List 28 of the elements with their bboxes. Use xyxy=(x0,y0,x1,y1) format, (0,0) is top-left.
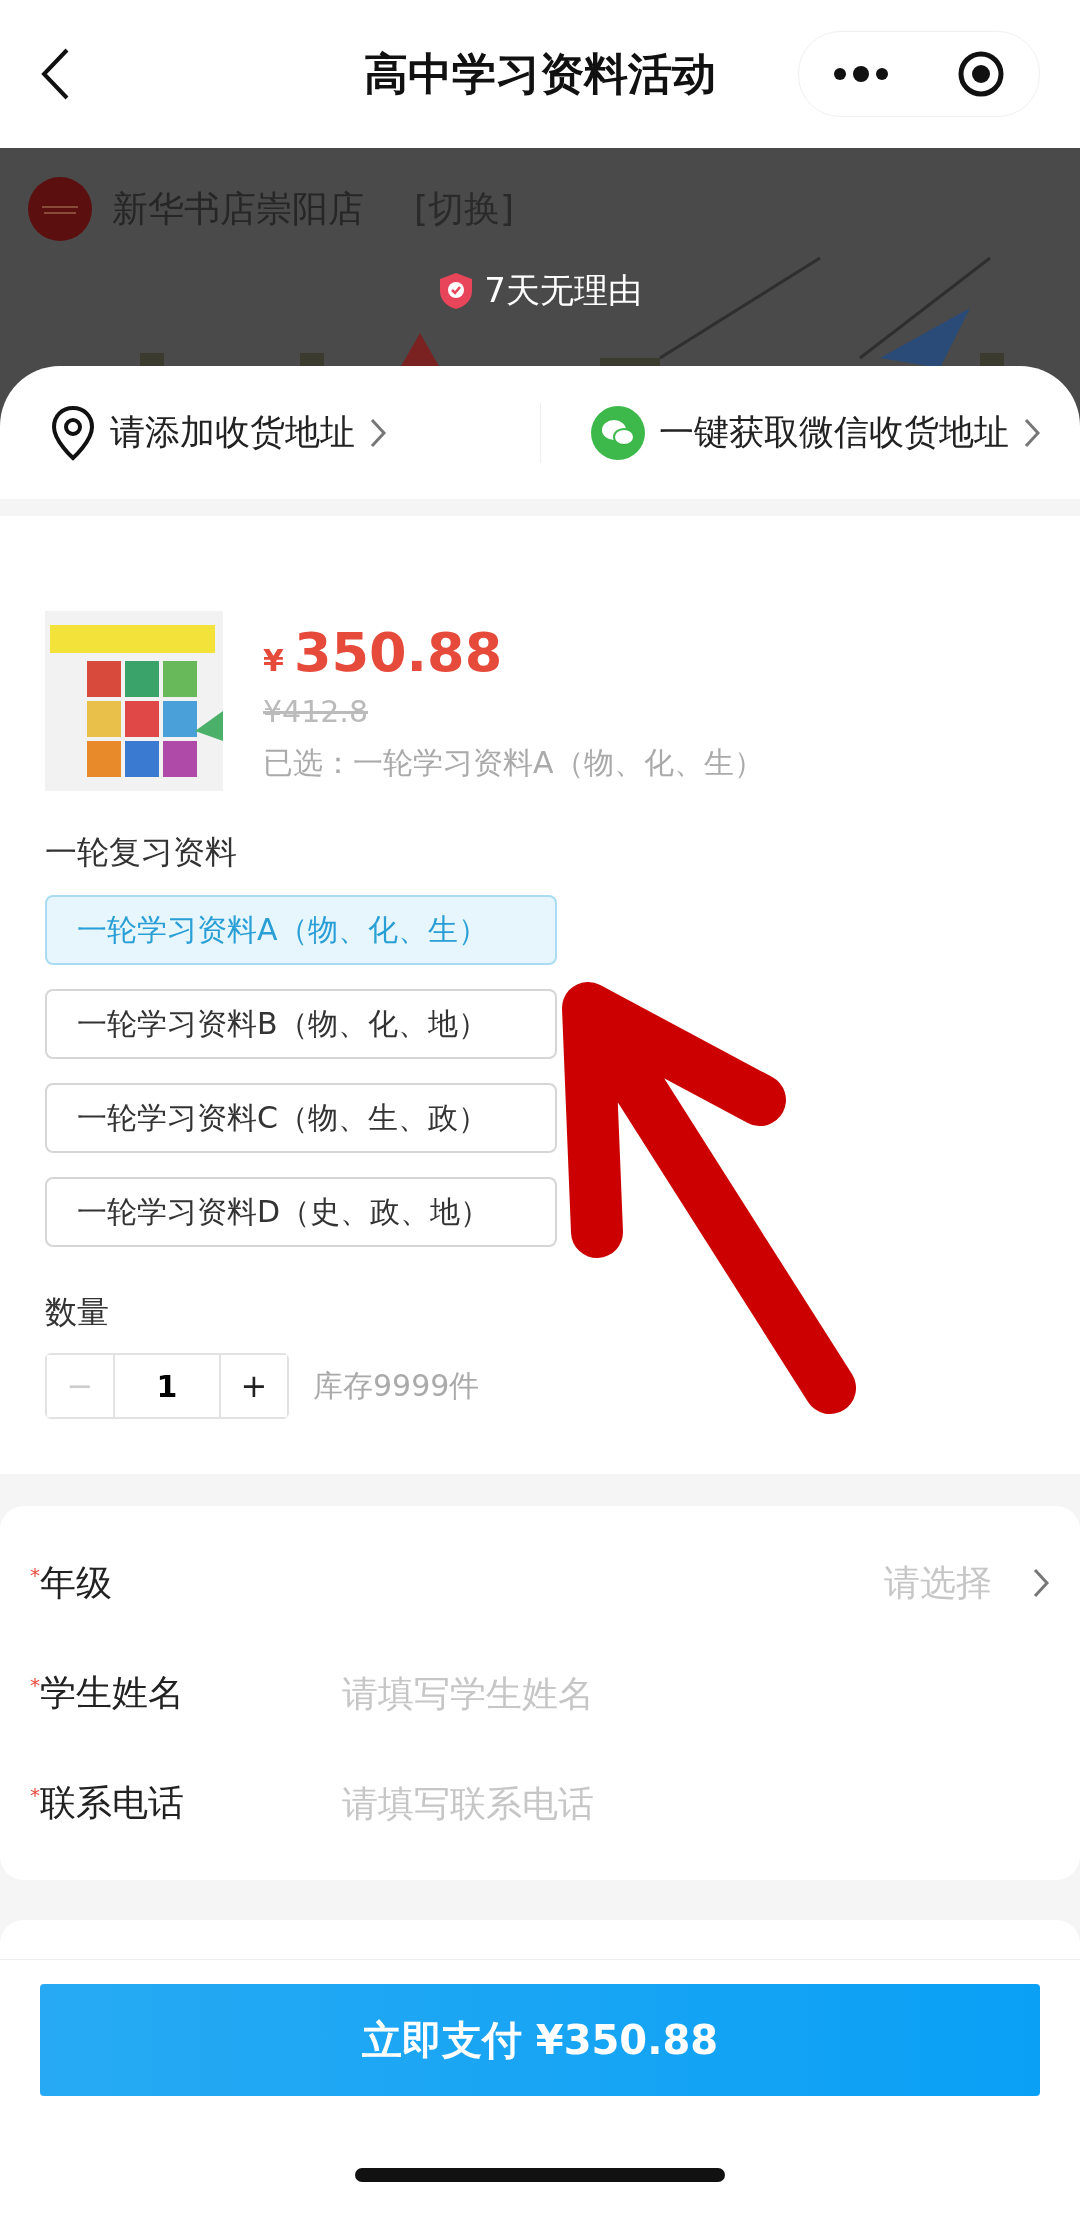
required-mark: * xyxy=(30,1563,40,1587)
spec-title: 一轮复习资料 xyxy=(45,832,238,873)
chevron-right-icon xyxy=(1032,1567,1050,1599)
price: ¥ 350.88 xyxy=(263,621,504,684)
chat-bubbles-icon xyxy=(590,405,645,460)
field-label: 年级 xyxy=(40,1560,113,1605)
option-chip[interactable]: 一轮学习资料D（史、政、地） xyxy=(45,1177,557,1247)
option-chip[interactable]: 一轮学习资料C（物、生、政） xyxy=(45,1083,557,1153)
location-pin-icon xyxy=(50,404,96,461)
required-mark: * xyxy=(30,1783,40,1807)
original-price: ¥412.8 xyxy=(263,694,369,729)
add-address-link[interactable]: 请添加收货地址 xyxy=(110,409,355,456)
selected-variant-text: 已选：一轮学习资料A（物、化、生） xyxy=(263,744,764,782)
back-icon[interactable] xyxy=(40,47,70,101)
chevron-right-icon xyxy=(1022,416,1041,449)
guarantee-text: 7天无理由 xyxy=(484,269,642,312)
store-logo-icon xyxy=(28,177,92,241)
shield-check-icon xyxy=(438,271,475,311)
page-title: 高中学习资料活动 xyxy=(364,46,716,101)
quantity-title: 数量 xyxy=(45,1292,110,1333)
field-label: 学生姓名 xyxy=(40,1670,185,1715)
wechat-address-link[interactable]: 一键获取微信收货地址 xyxy=(658,409,1009,456)
field-label: 联系电话 xyxy=(40,1780,185,1825)
required-mark: * xyxy=(30,1673,40,1697)
stock-text: 库存9999件 xyxy=(313,1366,480,1405)
chevron-right-icon xyxy=(369,416,387,449)
more-icon[interactable] xyxy=(833,65,889,83)
option-chip[interactable]: 一轮学习资料B（物、化、地） xyxy=(45,989,557,1059)
